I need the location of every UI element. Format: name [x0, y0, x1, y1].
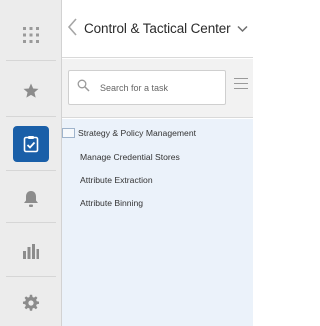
- rail-divider: [6, 60, 56, 61]
- search-icon: [77, 79, 90, 97]
- grid-icon[interactable]: [8, 14, 54, 56]
- folder-icon: [62, 128, 75, 138]
- search-input[interactable]: [100, 82, 210, 93]
- chevron-left-icon[interactable]: [66, 17, 84, 41]
- tree-item-manage-credential-stores[interactable]: Manage Credential Stores: [80, 152, 180, 162]
- page-title: Control & Tactical Center: [84, 21, 231, 36]
- bell-icon[interactable]: [8, 178, 54, 220]
- tree-item-attribute-binning[interactable]: Attribute Binning: [80, 198, 143, 208]
- rail-divider: [6, 222, 56, 223]
- gear-icon[interactable]: [8, 282, 54, 324]
- chevron-down-icon[interactable]: [237, 21, 248, 36]
- tree-item-strategy-policy[interactable]: Strategy & Policy Management: [62, 128, 196, 138]
- tree-item-attribute-extraction[interactable]: Attribute Extraction: [80, 175, 153, 185]
- rail-divider: [6, 116, 56, 117]
- clipboard-check-icon[interactable]: [13, 126, 49, 162]
- list-menu-icon[interactable]: [234, 78, 248, 96]
- bar-chart-icon[interactable]: [8, 230, 54, 272]
- rail-divider: [6, 170, 56, 171]
- search-field[interactable]: [68, 70, 226, 105]
- search-bar: [62, 59, 253, 118]
- star-icon[interactable]: [8, 70, 54, 112]
- app-window: Control & Tactical Center Strategy & Pol…: [0, 0, 253, 326]
- page-header: Control & Tactical Center: [62, 0, 253, 58]
- tree-item-label: Strategy & Policy Management: [78, 128, 196, 138]
- rail-divider: [6, 276, 56, 277]
- task-tree: Strategy & Policy Management Manage Cred…: [62, 119, 253, 326]
- icon-rail: [0, 0, 62, 326]
